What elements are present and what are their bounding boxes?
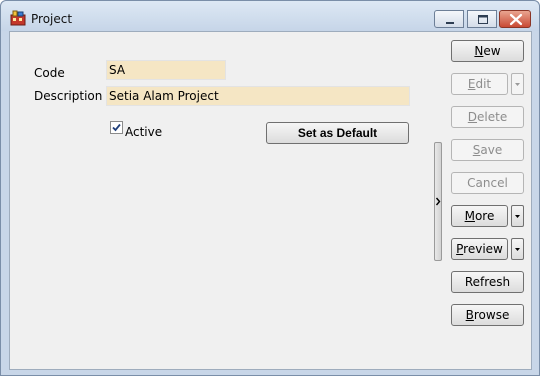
more-dropdown-button[interactable] [511,205,524,227]
close-icon [509,13,523,26]
save-button[interactable]: Save [451,139,524,161]
maximize-button[interactable] [467,10,497,28]
title-bar[interactable]: Project [1,1,539,31]
preview-button[interactable]: Preview [451,238,508,260]
delete-button[interactable]: Delete [451,106,524,128]
checkmark-icon [112,123,121,132]
code-field[interactable]: SA [106,60,226,80]
description-label: Description [34,89,103,103]
description-field[interactable]: Setia Alam Project [106,86,410,106]
more-button[interactable]: More [451,205,508,227]
chevron-right-icon [435,197,441,206]
edit-button[interactable]: Edit [451,73,508,95]
chevron-down-icon [515,248,520,251]
cancel-button[interactable]: Cancel [451,172,524,194]
minimize-icon [446,22,454,24]
chevron-down-icon [515,83,520,86]
edit-dropdown-button[interactable] [511,73,524,95]
close-button[interactable] [499,10,531,28]
minimize-button[interactable] [434,10,464,28]
new-button[interactable]: New [451,40,524,62]
active-label: Active [125,125,163,139]
browse-button[interactable]: Browse [451,304,524,326]
window-title: Project [31,12,73,26]
set-as-default-button[interactable]: Set as Default [266,122,409,144]
form-body: Code SA Description Setia Alam Project A… [9,31,532,370]
panel-splitter[interactable] [434,142,442,261]
preview-dropdown-button[interactable] [511,238,524,260]
refresh-button[interactable]: Refresh [451,271,524,293]
chevron-down-icon [515,215,520,218]
active-checkbox[interactable] [110,121,123,134]
maximize-icon [478,15,488,24]
project-window: Project Code SA Description Setia Alam P… [0,0,540,376]
code-label: Code [34,66,65,80]
project-app-icon[interactable] [10,10,26,26]
